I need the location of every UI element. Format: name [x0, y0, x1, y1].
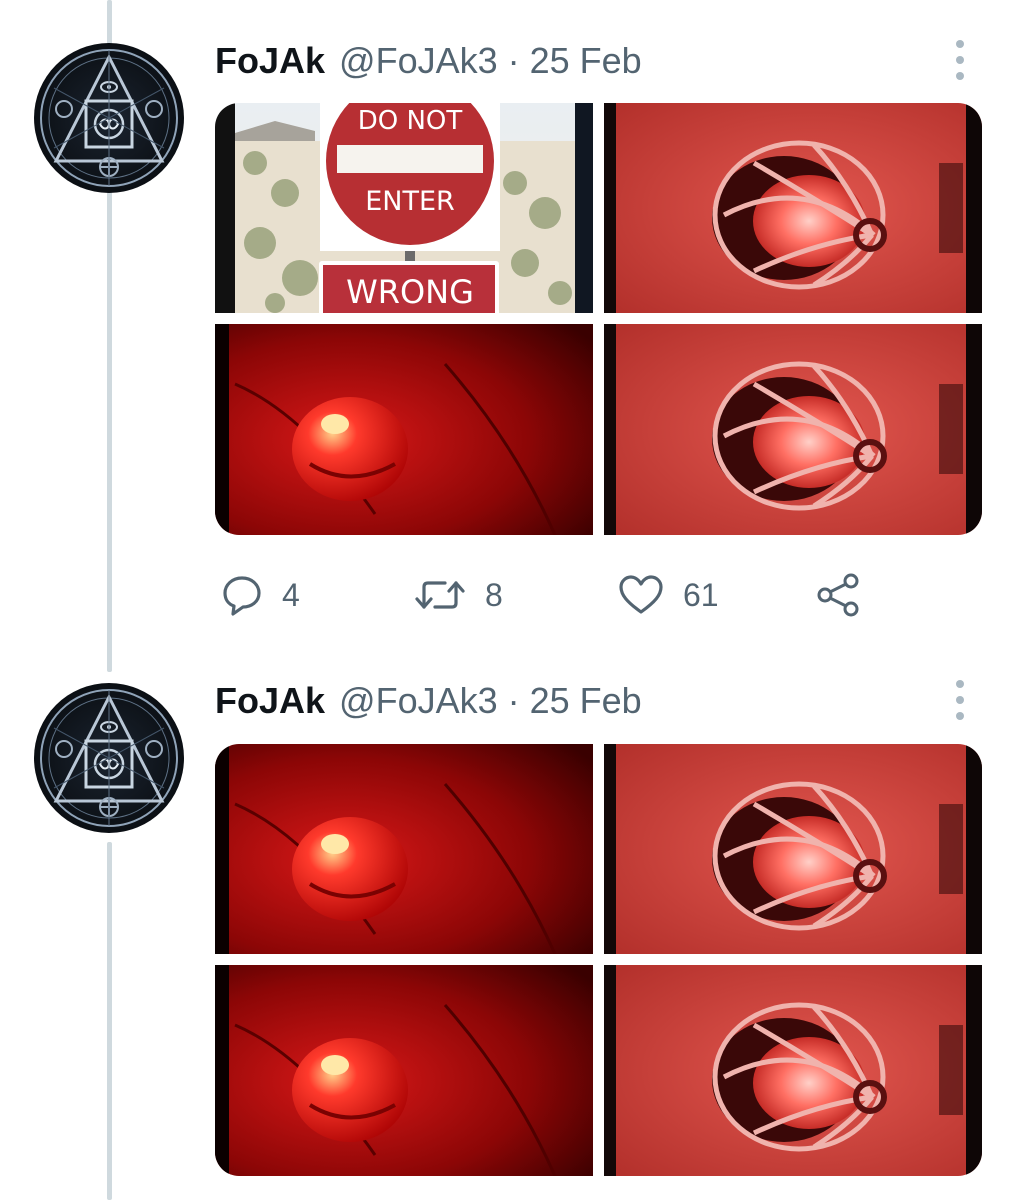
vertical-dots-icon[interactable]	[950, 40, 970, 80]
tweet-date[interactable]: 25 Feb	[530, 680, 642, 722]
separator-dot: ·	[507, 40, 520, 81]
user-handle[interactable]: @FoJAk3	[339, 40, 498, 82]
display-name[interactable]: FoJAk	[215, 40, 325, 82]
avatar[interactable]	[34, 43, 184, 193]
vertical-dots-icon[interactable]	[950, 680, 970, 720]
avatar[interactable]	[34, 683, 184, 833]
media-image-caged-lamp[interactable]	[604, 103, 982, 313]
tweet-header: FoJAk @FoJAk3 · 25 Feb	[215, 680, 642, 724]
tweet[interactable]: FoJAk @FoJAk3 · 25 Feb	[0, 660, 1016, 1200]
tweet[interactable]: FoJAk @FoJAk3 · 25 Feb	[0, 0, 1016, 660]
tweet-date[interactable]: 25 Feb	[530, 40, 642, 82]
heart-icon	[619, 575, 663, 614]
retweet-count: 8	[485, 576, 503, 613]
occult-sigil-icon	[40, 49, 178, 187]
retweet-button[interactable]: 8	[413, 570, 503, 620]
tweet-header: FoJAk @FoJAk3 · 25 Feb	[215, 40, 642, 84]
retweet-arrows-icon	[415, 581, 465, 609]
media-image-caged-lamp[interactable]	[604, 744, 982, 954]
occult-sigil-icon	[40, 689, 178, 827]
share-button[interactable]	[815, 570, 861, 620]
reply-count: 4	[282, 576, 300, 613]
display-name[interactable]: FoJAk	[215, 680, 325, 722]
media-grid	[215, 744, 982, 1176]
share-nodes-icon	[817, 573, 859, 617]
media-image-red-beacon[interactable]	[215, 324, 593, 535]
speech-bubble-icon	[223, 576, 261, 616]
sign-text-enter: ENTER	[365, 186, 455, 217]
media-image-red-beacon[interactable]	[215, 965, 593, 1176]
media-image-caged-lamp[interactable]	[604, 965, 982, 1176]
user-handle[interactable]: @FoJAk3	[339, 680, 498, 722]
reply-button[interactable]: 4	[220, 570, 300, 620]
tweet-actions: 4 8 61	[215, 570, 915, 620]
sign-text-do-not: DO NOT	[358, 106, 463, 136]
like-button[interactable]: 61	[617, 570, 719, 620]
media-image-red-beacon[interactable]	[215, 744, 593, 954]
media-image-no-entry-sign[interactable]: DO NOT ENTER WRONG	[215, 103, 593, 313]
media-grid: DO NOT ENTER WRONG	[215, 103, 982, 535]
media-image-caged-lamp[interactable]	[604, 324, 982, 535]
like-count: 61	[683, 576, 719, 613]
separator-dot: ·	[507, 680, 520, 721]
sign-text-wrong: WRONG	[346, 273, 474, 311]
